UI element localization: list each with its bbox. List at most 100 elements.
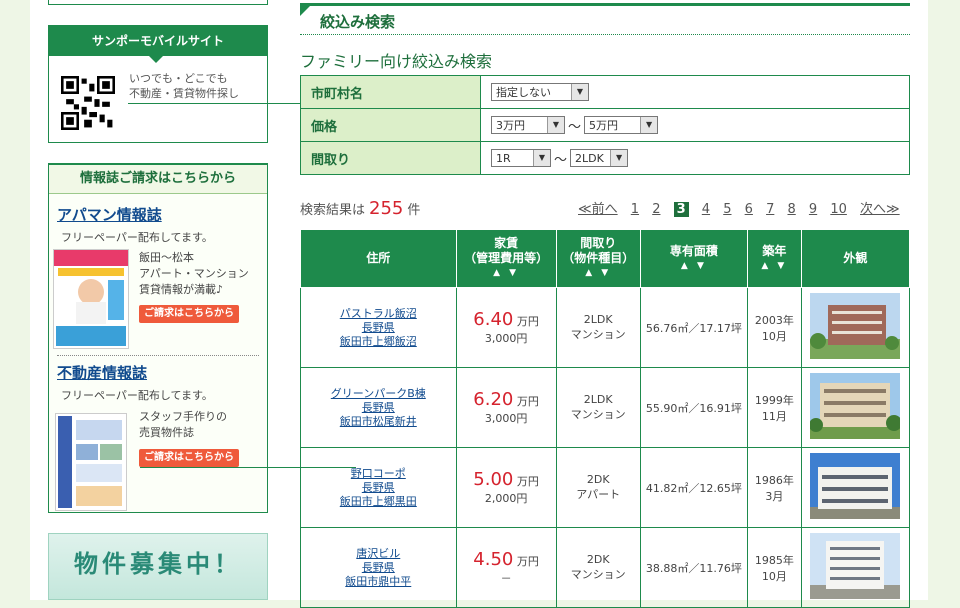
property-name-link[interactable]: グリーンパークB棟 (302, 387, 455, 401)
sort-arrows-icon[interactable]: ▲ ▼ (749, 259, 800, 274)
sort-arrows-icon[interactable]: ▲ ▼ (642, 259, 746, 274)
property-photo[interactable] (810, 293, 901, 359)
magazine-divider (57, 355, 259, 356)
rent-unit: 万円 (516, 475, 539, 488)
area-cell: 56.76㎡／17.17坪 (639, 287, 748, 368)
property-name-link[interactable]: パストラル飯沼 (302, 307, 455, 321)
qr-code-icon (61, 76, 115, 130)
prev-page-link[interactable]: ≪前へ (578, 198, 618, 217)
page-link[interactable]: 1 (631, 202, 639, 217)
built-year: 1985年 (754, 553, 794, 567)
layout-min-select[interactable]: 1R ▼ (491, 149, 551, 167)
year-cell: 1986年 3月 (746, 447, 802, 528)
mobile-site-title: サンポーモバイルサイト (49, 26, 267, 63)
property-photo[interactable] (810, 533, 901, 599)
price-min-select[interactable]: 3万円 ▼ (491, 116, 565, 134)
results-header-row: 住所 家賃 （管理費用等） ▲ ▼ 間取り （物件種目） ▲ ▼ 専有面積 ▲ … (300, 229, 911, 288)
layout-cell: 2LDK マンション (555, 367, 641, 448)
address-cell: 唐沢ビル 長野県 飯田市鼎中平 (300, 527, 457, 608)
property-city-link[interactable]: 飯田市鼎中平 (302, 575, 455, 589)
table-row: パストラル飯沼 長野県 飯田市上郷飯沼 6.40 万円 3,000円 2LDK … (300, 287, 911, 368)
rent-value: 5.00 (473, 469, 514, 490)
apaman-request-button[interactable]: ご請求はこちらから (139, 305, 239, 323)
property-pref-link[interactable]: 長野県 (302, 321, 455, 335)
table-row: 野口コーポ 長野県 飯田市上郷黒田 5.00 万円 2,000円 2DK アパー… (300, 447, 911, 528)
property-name-link[interactable]: 唐沢ビル (302, 547, 455, 561)
header-layout: 間取り （物件種目） ▲ ▼ (555, 229, 641, 288)
header-layout-line: 間取り (580, 236, 617, 250)
chevron-down-icon: ▼ (610, 150, 628, 166)
layout-cell: 2DK アパート (555, 447, 641, 528)
magazine-desc-line: 賃貸情報が満載♪ (139, 283, 224, 296)
property-city-link[interactable]: 飯田市松尾新井 (302, 415, 455, 429)
apaman-magazine-cover[interactable] (53, 249, 129, 349)
area-cell: 38.88㎡／11.76坪 (639, 527, 748, 608)
management-fee: 3,000円 (484, 412, 528, 425)
property-photo[interactable] (810, 453, 901, 519)
property-photo[interactable] (809, 373, 903, 439)
layout-label: 間取り (300, 141, 481, 175)
built-year: 1999年 (754, 393, 794, 407)
mobile-site-box[interactable]: サンポーモバイルサイト いつでも・どこでも 不動産・賃貸物件探し (48, 25, 268, 143)
property-pref-link[interactable]: 長野県 (302, 481, 455, 495)
sort-arrows-icon[interactable]: ▲ ▼ (458, 266, 555, 281)
layout-max-select[interactable]: 2LDK ▼ (570, 149, 629, 167)
layout-value: 2DK (586, 473, 610, 486)
price-max-select[interactable]: 5万円 ▼ (584, 116, 659, 134)
year-cell: 1999年 11月 (746, 367, 802, 448)
city-field: 指定しない ▼ (480, 75, 910, 109)
price-min-value: 3万円 (496, 119, 525, 132)
page-link[interactable]: 6 (745, 202, 753, 217)
rent-cell: 6.20 万円 3,000円 (455, 367, 557, 448)
property-city-link[interactable]: 飯田市上郷飯沼 (302, 335, 455, 349)
realestate-request-button[interactable]: ご請求はこちらから (139, 449, 239, 467)
page-link[interactable]: 5 (723, 202, 731, 217)
next-page-link[interactable]: 次へ≫ (860, 198, 900, 217)
magazine-desc-line: スタッフ手作りの (139, 410, 227, 423)
magazine-desc-line: 飯田～松本 (139, 251, 194, 264)
magazine-request-box: 情報誌ご請求はこちらから アパマン情報誌 フリーペーパー配布してます。 飯田～松… (48, 163, 268, 513)
price-field: 3万円 ▼ ～ 5万円 ▼ (480, 108, 910, 142)
range-separator: ～ (568, 119, 582, 135)
page-link[interactable]: 2 (652, 202, 660, 217)
apaman-magazine-desc: 飯田～松本 アパート・マンション 賃貸情報が満載♪ (139, 250, 249, 298)
page-link[interactable]: 8 (787, 202, 795, 217)
city-select[interactable]: 指定しない ▼ (491, 83, 589, 101)
page-link[interactable]: 9 (809, 202, 817, 217)
page-link[interactable]: 4 (702, 202, 710, 217)
rent-unit: 万円 (516, 395, 539, 408)
mobile-text-line: 不動産・賃貸物件探し (129, 87, 239, 100)
price-max-value: 5万円 (589, 119, 619, 132)
page-link[interactable]: 10 (830, 202, 847, 217)
property-name-link[interactable]: 野口コーポ (302, 467, 455, 481)
layout-cell: 2DK マンション (555, 527, 641, 608)
chevron-down-icon: ▼ (533, 150, 550, 166)
city-label: 市町村名 (300, 75, 481, 109)
property-pref-link[interactable]: 長野県 (302, 561, 455, 575)
property-city-link[interactable]: 飯田市上郷黒田 (302, 495, 455, 509)
property-pref-link[interactable]: 長野県 (302, 401, 455, 415)
year-cell: 2003年 10月 (746, 287, 802, 368)
chevron-down-icon: ▼ (640, 117, 658, 133)
rent-cell: 4.50 万円 － (455, 527, 557, 608)
mobile-text-line: いつでも・どこでも (129, 72, 228, 85)
header-area-label: 専有面積 (669, 243, 718, 258)
photo-cell (800, 287, 911, 368)
results-table: 住所 家賃 （管理費用等） ▲ ▼ 間取り （物件種目） ▲ ▼ 専有面積 ▲ … (300, 229, 911, 608)
page-link[interactable]: 7 (766, 202, 774, 217)
sort-arrows-icon[interactable]: ▲ ▼ (558, 266, 639, 281)
management-fee: 2,000円 (484, 492, 528, 505)
header-year: 築年 ▲ ▼ (746, 229, 802, 288)
property-kind: マンション (570, 328, 626, 341)
rent-cell: 6.40 万円 3,000円 (455, 287, 557, 368)
realestate-magazine-link[interactable]: 不動産情報誌 (57, 362, 147, 383)
header-rent-line: 家賃 (494, 236, 519, 250)
apaman-magazine-link[interactable]: アパマン情報誌 (57, 204, 162, 225)
property-kind: アパート (576, 488, 621, 501)
realestate-magazine-cover[interactable] (55, 413, 127, 511)
property-recruit-banner[interactable]: 物件募集中！ (48, 533, 268, 600)
layout-field: 1R ▼ ～ 2LDK ▼ (480, 141, 910, 175)
result-count: 検索結果は 255 件 (300, 198, 420, 219)
magazine-desc-line: アパート・マンション (139, 267, 249, 280)
layout-cell: 2LDK マンション (555, 287, 641, 368)
